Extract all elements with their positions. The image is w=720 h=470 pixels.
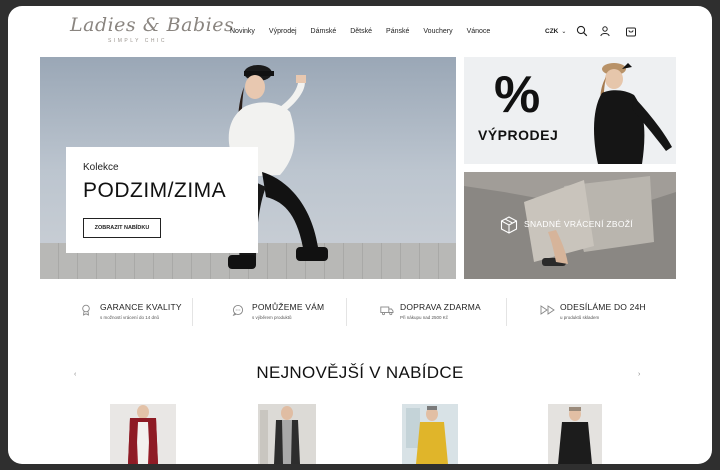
returns-label: SNADNÉ VRÁCENÍ ZBOŽÍ: [524, 219, 633, 229]
sale-model-image: [594, 63, 672, 164]
nav-item-novinky[interactable]: Novinky: [230, 28, 255, 35]
promo-card: Kolekce PODZIM/ZIMA ZOBRAZIT NABÍDKU: [66, 147, 258, 253]
site-header: Ladies & Babies SIMPLY CHIC Novinky Výpr…: [8, 6, 712, 54]
fast-forward-icon: [540, 305, 555, 315]
feature-title: POMŮŽEME VÁM: [252, 302, 325, 312]
feature-subtitle: s výběrem produktů: [252, 315, 292, 320]
hero-banner[interactable]: Kolekce PODZIM/ZIMA ZOBRAZIT NABÍDKU: [40, 57, 456, 279]
currency-label: CZK: [545, 28, 559, 35]
features-bar: GARANCE KVALITY s možností vrácení do 14…: [40, 296, 676, 330]
feature-subtitle: u produktů skladem: [560, 315, 600, 320]
sale-tile[interactable]: % VÝPRODEJ: [464, 57, 676, 164]
feature-divider: [346, 298, 347, 326]
nav-item-panske[interactable]: Pánské: [386, 28, 409, 35]
product-card-image[interactable]: [402, 404, 458, 464]
truck-icon: [380, 306, 394, 316]
nav-item-damske[interactable]: Dámské: [311, 28, 337, 35]
currency-select[interactable]: CZK ⌄: [545, 28, 566, 35]
main-nav: Novinky Výprodej Dámské Dětské Pánské Vo…: [230, 28, 504, 35]
brand-tagline: SIMPLY CHIC: [108, 38, 167, 44]
nav-item-vouchery[interactable]: Vouchery: [423, 28, 452, 35]
cart-icon[interactable]: [625, 25, 637, 37]
product-card-image[interactable]: [258, 404, 316, 464]
promo-kicker: Kolekce: [83, 162, 119, 173]
chevron-down-icon: ⌄: [561, 29, 567, 35]
nav-item-detske[interactable]: Dětské: [350, 28, 372, 35]
feature-divider: [192, 298, 193, 326]
show-offer-button[interactable]: ZOBRAZIT NABÍDKU: [83, 218, 161, 238]
product-card-image[interactable]: [110, 404, 176, 464]
feature-subtitle: Při nákupu nad 2500 Kč: [400, 315, 449, 320]
sale-label: VÝPRODEJ: [478, 127, 559, 143]
brand-logo[interactable]: Ladies & Babies SIMPLY CHIC: [70, 14, 235, 50]
section-title: NEJNOVĚJŠÍ V NABÍDCE: [256, 363, 464, 382]
promo-title: PODZIM/ZIMA: [83, 179, 227, 202]
feature-subtitle: s možností vrácení do 14 dnů: [100, 315, 160, 320]
percent-symbol: %: [494, 66, 541, 124]
feature-divider: [506, 298, 507, 326]
feature-title: ODESÍLÁME DO 24H: [560, 302, 646, 312]
brand-name: Ladies & Babies: [70, 14, 235, 36]
search-icon[interactable]: [576, 25, 588, 37]
nav-item-vyprodej[interactable]: Výprodej: [269, 28, 297, 35]
carousel-next-arrow[interactable]: ›: [638, 371, 640, 378]
feature-title: DOPRAVA ZDARMA: [400, 302, 481, 312]
chat-icon: [232, 304, 244, 316]
product-card-image[interactable]: [548, 404, 602, 464]
box-icon: [500, 216, 518, 234]
browser-frame: Ladies & Babies SIMPLY CHIC Novinky Výpr…: [8, 6, 712, 464]
feature-title: GARANCE KVALITY: [100, 302, 182, 312]
returns-tile[interactable]: SNADNÉ VRÁCENÍ ZBOŽÍ: [464, 172, 676, 279]
nav-item-vanoce[interactable]: Vánoce: [467, 28, 491, 35]
quality-icon: [82, 304, 90, 316]
user-icon[interactable]: [599, 25, 611, 37]
